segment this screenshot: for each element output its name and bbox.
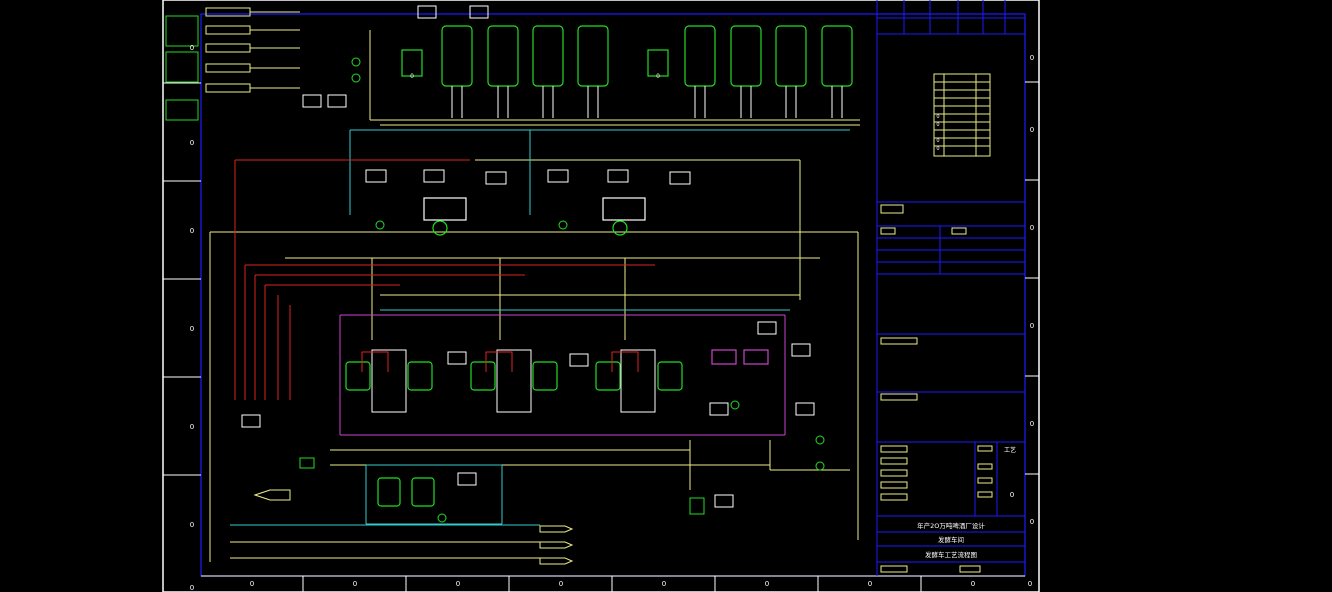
right-border-zones (1025, 81, 1039, 475)
cooling-piping (230, 129, 850, 526)
fermenter-tank-row (401, 25, 853, 87)
title-block-project: 年产2O万吨啤酒厂设计 (917, 521, 985, 530)
fermenter-tank (577, 25, 609, 87)
zone-marker: 0 (456, 580, 460, 588)
heat-exchangers (423, 197, 646, 236)
wort-cooler (423, 197, 467, 221)
zone-marker: 0 (190, 584, 194, 592)
title-block-discipline: 工艺 (1004, 446, 1016, 454)
zone-marker: 0 (353, 580, 357, 588)
cip-piping (339, 314, 786, 436)
zone-marker: 0 (190, 423, 194, 431)
zone-marker: 0 (971, 580, 975, 588)
bottom-border-zones (201, 575, 1025, 592)
zone-marker: 0 (1030, 518, 1034, 526)
left-input-legend (165, 7, 251, 121)
zone-marker: 0 (1030, 54, 1034, 62)
zone-marker: 0 (190, 139, 194, 147)
zone-marker: 0 (1030, 224, 1034, 232)
title-block: 年产2O万吨啤酒厂设计 发酵车间 发酵车工艺流程图 工艺 (917, 446, 1016, 559)
zone-marker: 0 (662, 580, 666, 588)
zone-marker: 0 (765, 580, 769, 588)
right-panel-grid (876, 0, 1025, 576)
outlet-arrows (253, 489, 574, 565)
bright-beer-tanks (345, 361, 683, 507)
tank-marker: 0 (410, 73, 414, 80)
title-block-drawing-name: 发酵车工艺流程图 (925, 550, 977, 559)
zone-marker: 0 (250, 580, 254, 588)
fermenter-tank (487, 25, 519, 87)
zone-marker: 0 (190, 325, 194, 333)
fermenter-tank (821, 25, 853, 87)
cip-tanks (711, 349, 769, 365)
zone-marker: 0 (190, 227, 194, 235)
table-index: 0 (936, 114, 939, 120)
zone-marker: 0 (1030, 420, 1034, 428)
zone-marker: 0 (868, 580, 872, 588)
zone-marker: 0 (1030, 126, 1034, 134)
zone-marker: 0 (190, 44, 194, 52)
steam-piping (234, 159, 655, 400)
fermenter-tank (441, 25, 473, 87)
border-zone-labels: 0 0 0 0 0 0 0 0 0 0 0 0 0 0 0 0 0 0 0 0 … (190, 44, 1034, 592)
fermenter-tank (775, 25, 807, 87)
fermenter-tank (532, 25, 564, 87)
table-index: 0 (936, 122, 939, 128)
fermenter-outlets (451, 86, 843, 118)
cad-drawing-viewport[interactable]: 年产2O万吨啤酒厂设计 发酵车间 发酵车工艺流程图 工艺 0 0 0 0 0 0… (0, 0, 1332, 592)
zone-marker: 0 (559, 580, 563, 588)
table-index: 0 (936, 146, 939, 152)
bright-beer-frames (371, 349, 656, 413)
pumps (299, 57, 825, 523)
fermenter-tank (684, 25, 716, 87)
table-index: 0 (936, 138, 939, 144)
tank-marker: 0 (656, 73, 660, 80)
zone-marker: 0 (1030, 322, 1034, 330)
equipment-tags (241, 5, 815, 508)
equipment-list-table (933, 73, 991, 157)
zone-marker: 0 (1010, 491, 1014, 499)
drawing-sheet (162, 0, 1040, 592)
wort-cooler (602, 197, 646, 221)
zone-marker: 0 (190, 521, 194, 529)
left-border-zones (163, 82, 201, 476)
title-block-workshop: 发酵车间 (938, 535, 964, 544)
fermenter-tank (730, 25, 762, 87)
zone-marker: 0 (1028, 580, 1032, 588)
